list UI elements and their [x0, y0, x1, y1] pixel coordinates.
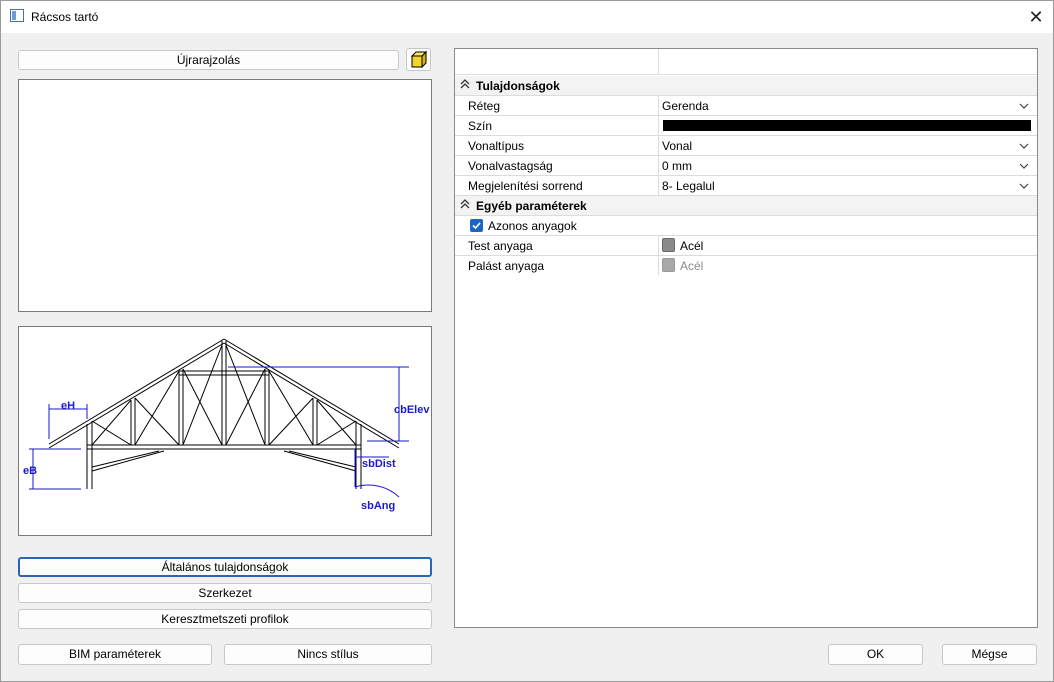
same-materials-checkbox[interactable] [470, 219, 483, 232]
collapse-icon[interactable] [460, 78, 470, 93]
prop-key: Vonaltípus [468, 139, 525, 153]
window-title: Rácsos tartó [31, 10, 99, 24]
material-swatch [662, 258, 675, 272]
prop-key: Réteg [468, 99, 501, 113]
dim-eh-label: eH [61, 400, 75, 412]
check-icon [472, 222, 481, 230]
section-title: Tulajdonságok [476, 79, 560, 93]
truss-diagram-panel: eH eB cbElev sbDist sbAng [18, 326, 432, 536]
dim-cbelev-label: cbElev [394, 404, 430, 416]
prop-value: Gerenda [662, 99, 709, 113]
prop-row-shell-material: Palást anyaga Acél [455, 256, 1037, 276]
redraw-button[interactable]: Újrarajzolás [18, 50, 399, 70]
prop-value: Vonal [662, 139, 693, 153]
prop-value: Acél [680, 239, 704, 253]
bim-parameters-button[interactable]: BIM paraméterek [18, 644, 212, 665]
prop-row-body-material[interactable]: Test anyaga Acél [455, 236, 1037, 256]
section-title: Egyéb paraméterek [476, 199, 587, 213]
dim-sbdist-label: sbDist [362, 458, 396, 470]
section-other-parameters[interactable]: Egyéb paraméterek [455, 196, 1037, 216]
checkbox-label: Azonos anyagok [488, 219, 577, 233]
tab-cross-section-profiles[interactable]: Keresztmetszeti profilok [18, 609, 432, 629]
prop-value: 0 mm [662, 159, 692, 173]
dim-eb-label: eB [23, 465, 37, 477]
close-icon[interactable]: ✕ [1019, 3, 1053, 31]
app-icon [10, 9, 24, 22]
truss-diagram: eH eB cbElev sbDist sbAng [23, 338, 430, 512]
prop-row-layer[interactable]: Réteg Gerenda [455, 96, 1037, 116]
prop-key: Palást anyaga [468, 259, 545, 273]
ok-button[interactable]: OK [828, 644, 923, 665]
dialog-window: Rácsos tartó ✕ Újrarajzolás eH eB cbElev… [0, 0, 1054, 682]
preview-3d-panel[interactable] [18, 79, 432, 312]
prop-value: Acél [680, 259, 704, 273]
chevron-down-icon[interactable] [1017, 99, 1031, 113]
grid-header [455, 49, 1037, 75]
tab-general-properties[interactable]: Általános tulajdonságok [18, 557, 432, 577]
prop-key: Szín [468, 119, 493, 133]
cube-icon [410, 50, 428, 69]
prop-row-draw-order[interactable]: Megjelenítési sorrend 8- Legalul [455, 176, 1037, 196]
tab-structure[interactable]: Szerkezet [18, 583, 432, 603]
title-bar: Rácsos tartó ✕ [1, 1, 1053, 33]
cancel-button[interactable]: Mégse [942, 644, 1037, 665]
prop-key: Megjelenítési sorrend [468, 179, 583, 193]
section-properties[interactable]: Tulajdonságok [455, 76, 1037, 96]
prop-row-lineweight[interactable]: Vonalvastagság 0 mm [455, 156, 1037, 176]
same-materials-row[interactable]: Azonos anyagok [455, 216, 1037, 236]
dim-sbang-label: sbAng [361, 500, 395, 512]
prop-key: Test anyaga [468, 239, 533, 253]
chevron-down-icon[interactable] [1017, 159, 1031, 173]
material-swatch[interactable] [662, 238, 675, 252]
style-button[interactable]: Nincs stílus [224, 644, 432, 665]
chevron-down-icon[interactable] [1017, 139, 1031, 153]
property-grid: Tulajdonságok Réteg Gerenda Szín Vonaltí… [454, 48, 1038, 628]
collapse-icon[interactable] [460, 198, 470, 213]
view-3d-button[interactable] [406, 48, 431, 71]
prop-value: 8- Legalul [662, 179, 715, 193]
chevron-down-icon[interactable] [1017, 179, 1031, 193]
prop-row-color[interactable]: Szín [455, 116, 1037, 136]
prop-row-linetype[interactable]: Vonaltípus Vonal [455, 136, 1037, 156]
color-swatch[interactable] [663, 120, 1031, 131]
prop-key: Vonalvastagság [468, 159, 553, 173]
